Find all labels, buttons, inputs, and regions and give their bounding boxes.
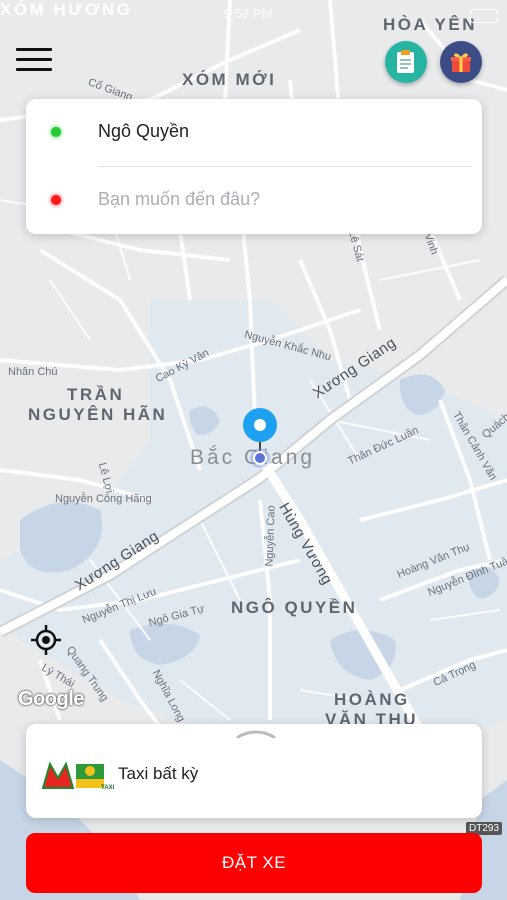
map-area-label: XÓM HƯƠNG [0, 0, 133, 19]
origin-dot-icon [51, 127, 61, 137]
taxi-logo-text: TAXI [101, 785, 115, 791]
chevron-up-icon[interactable] [236, 727, 276, 739]
map-street-label: Nhân Chú [8, 366, 58, 378]
divider [98, 166, 472, 167]
map-street-label: Nguyễn Công Hãng [55, 493, 152, 505]
history-button[interactable] [385, 41, 427, 83]
map-area-label: XÓM MỚI [182, 70, 277, 89]
map-area-label: TRẦN [67, 385, 125, 404]
destination-dot-icon [51, 195, 61, 205]
google-logo: Google [18, 688, 84, 710]
map-area-label: HÒA YÊN [383, 15, 478, 34]
book-ride-button[interactable]: ĐẶT XE [26, 833, 482, 893]
crosshair-icon[interactable] [31, 625, 61, 655]
status-time: 9:52 PM [224, 6, 273, 21]
vehicle-label: Taxi bất kỳ [118, 764, 199, 783]
vehicle-select-card[interactable]: TAXI Taxi bất kỳ [26, 724, 482, 818]
map-area-label: HOÀNG [334, 690, 410, 709]
gift-icon [451, 53, 471, 72]
hamburger-icon[interactable] [16, 48, 52, 76]
taxi-logo-icon [42, 761, 104, 789]
promo-button[interactable] [440, 41, 482, 83]
map-area-label: NGÔ QUYỀN [231, 598, 358, 617]
route-search-card: Ngô Quyền Bạn muốn đến đâu? [26, 99, 482, 234]
destination-field[interactable]: Bạn muốn đến đâu? [98, 189, 260, 210]
map-street-label: Nguyễn Cao [263, 505, 278, 567]
clipboard-icon [397, 50, 414, 73]
battery-icon [470, 9, 498, 23]
map-area-label: NGUYÊN HÃN [28, 405, 168, 424]
location-pin-icon[interactable] [242, 407, 278, 469]
origin-field[interactable]: Ngô Quyền [98, 121, 189, 142]
